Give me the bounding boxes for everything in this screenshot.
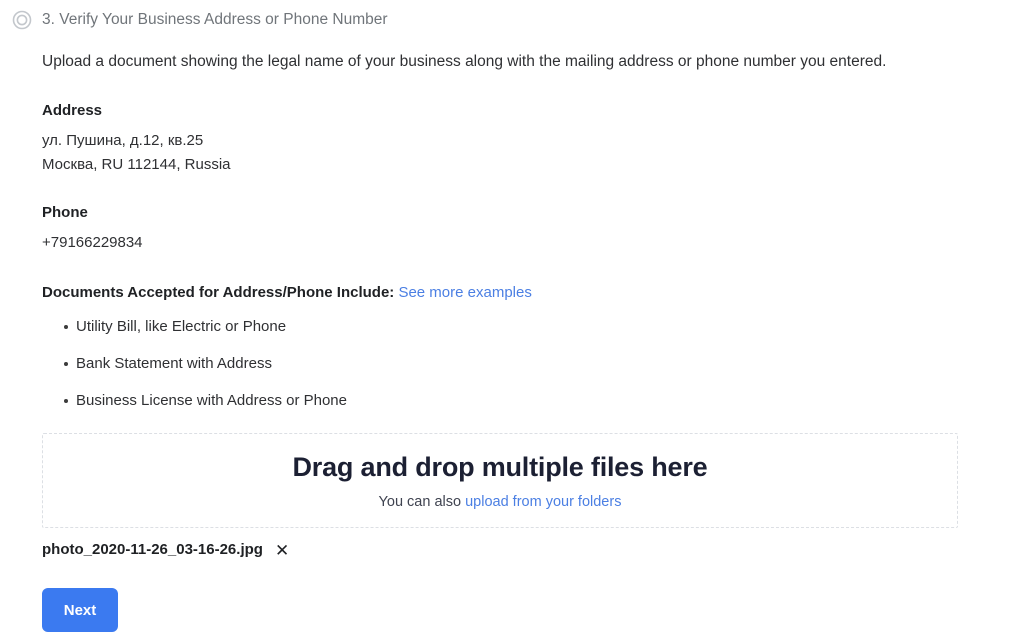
verification-page: 3. Verify Your Business Address or Phone…: [0, 0, 1024, 639]
page-title: 3. Verify Your Business Address or Phone…: [42, 11, 388, 28]
address-line-1: ул. Пушина, д.12, кв.25: [42, 131, 204, 149]
accepted-documents-list: Utility Bill, like Electric or Phone Ban…: [42, 317, 962, 411]
documents-accepted-label: Documents Accepted for Address/Phone Inc…: [42, 283, 395, 301]
uploaded-file-row: photo_2020-11-26_03-16-26.jpg ✕: [42, 540, 291, 560]
address-line-2: Москва, RU 112144, Russia: [42, 155, 231, 173]
main-content: Upload a document showing the legal name…: [42, 50, 962, 428]
list-item: Utility Bill, like Electric or Phone: [64, 317, 962, 337]
list-item: Business License with Address or Phone: [64, 391, 962, 411]
file-dropzone[interactable]: Drag and drop multiple files here You ca…: [42, 433, 958, 528]
circle-outline-icon: [12, 10, 32, 30]
documents-accepted-heading: Documents Accepted for Address/Phone Inc…: [42, 283, 962, 303]
step-header: 3. Verify Your Business Address or Phone…: [12, 10, 388, 30]
phone-value: +79166229834: [42, 233, 143, 251]
dropzone-subtitle: You can also upload from your folders: [379, 492, 622, 512]
upload-from-folders-link[interactable]: upload from your folders: [465, 494, 621, 510]
next-button[interactable]: Next: [42, 588, 118, 632]
dropzone-subtitle-prefix: You can also: [378, 493, 466, 510]
address-label: Address: [42, 101, 103, 119]
uploaded-file-name: photo_2020-11-26_03-16-26.jpg: [42, 541, 263, 558]
close-icon[interactable]: ✕: [273, 541, 291, 560]
dropzone-title: Drag and drop multiple files here: [292, 451, 708, 482]
address-value: ул. Пушина, д.12, кв.25 Москва, RU 11214…: [42, 129, 962, 177]
see-more-examples-link[interactable]: See more examples: [398, 284, 531, 301]
phone-label: Phone: [42, 203, 88, 221]
intro-text: Upload a document showing the legal name…: [42, 53, 887, 70]
list-item: Bank Statement with Address: [64, 354, 962, 374]
